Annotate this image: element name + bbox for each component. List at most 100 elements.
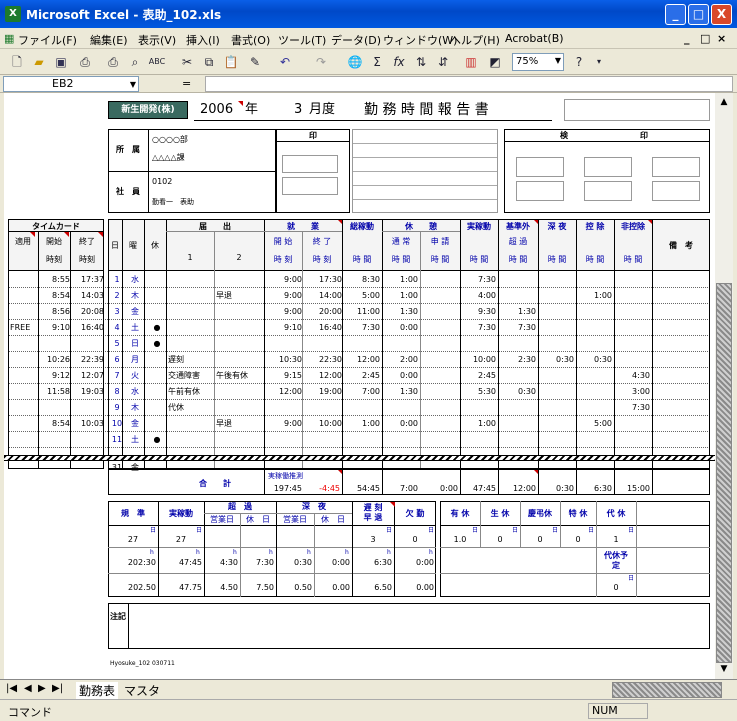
total-rest: 7:00 (400, 484, 418, 493)
sheet-tab-bar: |◀ ◀ ▶ ▶| 勤務表 マスタ (0, 679, 737, 700)
value-keicho: 0 (537, 535, 543, 544)
save-icon[interactable]: ▣ (52, 53, 70, 71)
shinya-header: 深 夜 (547, 222, 567, 231)
hours-over-hol: 7:30 (256, 558, 274, 567)
formula-input[interactable] (205, 76, 733, 92)
value-daikyu: 1 (613, 535, 619, 544)
worksheet[interactable]: 新生開発(株) 2006 年 3 月度 勤 務 時 間 報 告 書 所 属 ○○… (4, 93, 715, 679)
toolbar-options-icon[interactable]: ▾ (590, 53, 608, 71)
total-deduct: 6:30 (594, 484, 612, 493)
menu-file[interactable]: ファイル(F) (18, 32, 77, 48)
close-button[interactable]: X (711, 4, 732, 25)
menu-view[interactable]: 表示(V) (138, 32, 176, 48)
next-sheet-icon[interactable]: ▶ (38, 683, 46, 694)
unit-h-7: h (387, 549, 391, 556)
daikyu-label: 代 休 (606, 509, 626, 518)
chevron-down-icon: ▼ (554, 56, 561, 65)
unit-h-5: h (307, 549, 311, 556)
autosum-icon[interactable]: Σ (368, 53, 386, 71)
report-sheet: 新生開発(株) 2006 年 3 月度 勤 務 時 間 報 告 書 所 属 ○○… (4, 93, 715, 679)
sum-jisshitsu-label: 実稼動 (169, 509, 193, 518)
shinsei-header: 申 請 (430, 237, 450, 246)
zoom-select[interactable]: 75% ▼ (512, 53, 564, 71)
format-painter-icon[interactable]: ✎ (246, 53, 264, 71)
emp-name: 勤看一 表助 (152, 198, 194, 206)
sum-choka-work-label: 営業日 (210, 515, 234, 524)
excel-icon[interactable]: X (5, 6, 21, 22)
horizontal-scrollbar[interactable] (612, 682, 722, 698)
chevron-down-icon: ▼ (129, 80, 136, 89)
print-preview-icon[interactable]: ⌕ (126, 53, 144, 71)
todoke-2-header: 2 (236, 253, 242, 262)
menu-tools[interactable]: ツール(T) (278, 32, 326, 48)
sheet-icon[interactable]: ▦ (4, 32, 14, 45)
choka-header: 超 過 (508, 237, 528, 246)
total-nondeduct: 15:00 (626, 484, 650, 493)
doc-restore-button[interactable]: □ (700, 32, 710, 45)
scroll-up-icon[interactable]: ▲ (716, 94, 732, 110)
tc-time-header-2: 時刻 (79, 255, 95, 264)
tab-kinmuhyo[interactable]: 勤務表 (76, 682, 119, 700)
weekday-header: 曜 (129, 241, 137, 250)
approval-label-left: 検 (560, 131, 568, 140)
menu-format[interactable]: 書式(O) (231, 32, 270, 48)
menu-help[interactable]: ヘルプ(H) (450, 32, 500, 48)
total-night: 0:30 (556, 484, 574, 493)
name-box[interactable]: EB2 ▼ (3, 76, 139, 92)
soutai-label: 早 退 (363, 513, 383, 522)
comment-marker (238, 101, 243, 106)
decimal-over-hol: 7.50 (256, 583, 274, 592)
hyperlink-icon[interactable]: 🌐 (346, 53, 364, 71)
last-sheet-icon[interactable]: ▶| (52, 683, 63, 694)
decimal-kijun: 202.50 (128, 583, 156, 592)
redo-icon[interactable]: ↷ (312, 53, 330, 71)
undo-icon[interactable]: ↶ (276, 53, 294, 71)
print-icon[interactable]: ⎙ (104, 53, 122, 71)
open-folder-icon[interactable]: ▰ (30, 53, 48, 71)
tab-master[interactable]: マスタ (124, 682, 160, 699)
sort-ascending-icon[interactable]: ⇅ (412, 53, 430, 71)
num-lock-indicator: NUM (588, 703, 648, 719)
minimize-button[interactable]: _ (665, 4, 686, 25)
drawing-icon[interactable]: ◩ (486, 53, 504, 71)
new-file-icon[interactable]: 🗋 (8, 53, 26, 71)
function-icon[interactable]: fx (390, 53, 408, 71)
menu-edit[interactable]: 編集(E) (90, 32, 128, 48)
choka-time-header: 時 間 (508, 255, 528, 264)
help-icon[interactable]: ? (570, 53, 588, 71)
total-over: 12:00 (512, 484, 536, 493)
doc-minimize-button[interactable]: _ (684, 32, 690, 45)
notes-box[interactable] (108, 603, 710, 649)
paste-icon[interactable]: 📋 (222, 53, 240, 71)
vertical-scrollbar[interactable]: ▲ ▼ (715, 93, 733, 679)
sort-descending-icon[interactable]: ⇵ (434, 53, 452, 71)
keicho-label: 慶弔休 (528, 509, 552, 518)
menu-window[interactable]: ウィンドウ(W) (383, 32, 457, 48)
spelling-icon[interactable]: ABC (148, 53, 166, 71)
days-kijun: 27 (127, 535, 139, 544)
menu-insert[interactable]: 挿入(I) (186, 32, 220, 48)
standard-toolbar: 🗋 ▰ ▣ ⎙ ⎙ ⌕ ABC ✂ ⧉ 📋 ✎ ↶ ↷ 🌐 Σ fx ⇅ ⇵ ▥… (0, 49, 737, 75)
first-sheet-icon[interactable]: |◀ (6, 683, 17, 694)
formula-equals[interactable]: = (182, 77, 191, 90)
month-unit: 月度 (309, 102, 336, 117)
scroll-down-icon[interactable]: ▼ (716, 661, 732, 677)
maximize-button[interactable]: □ (688, 4, 709, 25)
dept-label: 所 属 (116, 145, 140, 154)
copy-icon[interactable]: ⧉ (200, 53, 218, 71)
doc-close-button[interactable]: × (717, 32, 726, 45)
prev-sheet-icon[interactable]: ◀ (24, 683, 32, 694)
menu-data[interactable]: データ(D) (331, 32, 381, 48)
start-header: 開 始 (273, 237, 293, 246)
unit-h-8: h (429, 549, 433, 556)
cut-icon[interactable]: ✂ (178, 53, 196, 71)
permission-icon[interactable]: ⎙ (76, 53, 94, 71)
sum-shinya-hol-label: 休 日 (321, 515, 345, 524)
chart-wizard-icon[interactable]: ▥ (462, 53, 480, 71)
hours-actual: 47:45 (178, 558, 202, 567)
scroll-thumb[interactable] (716, 283, 732, 663)
unit-h-2: h (196, 549, 200, 556)
menu-acrobat[interactable]: Acrobat(B) (505, 32, 564, 45)
value-tokkyu: 0 (575, 535, 581, 544)
menu-bar: ▦ ファイル(F) 編集(E) 表示(V) 挿入(I) 書式(O) ツール(T)… (0, 28, 737, 49)
